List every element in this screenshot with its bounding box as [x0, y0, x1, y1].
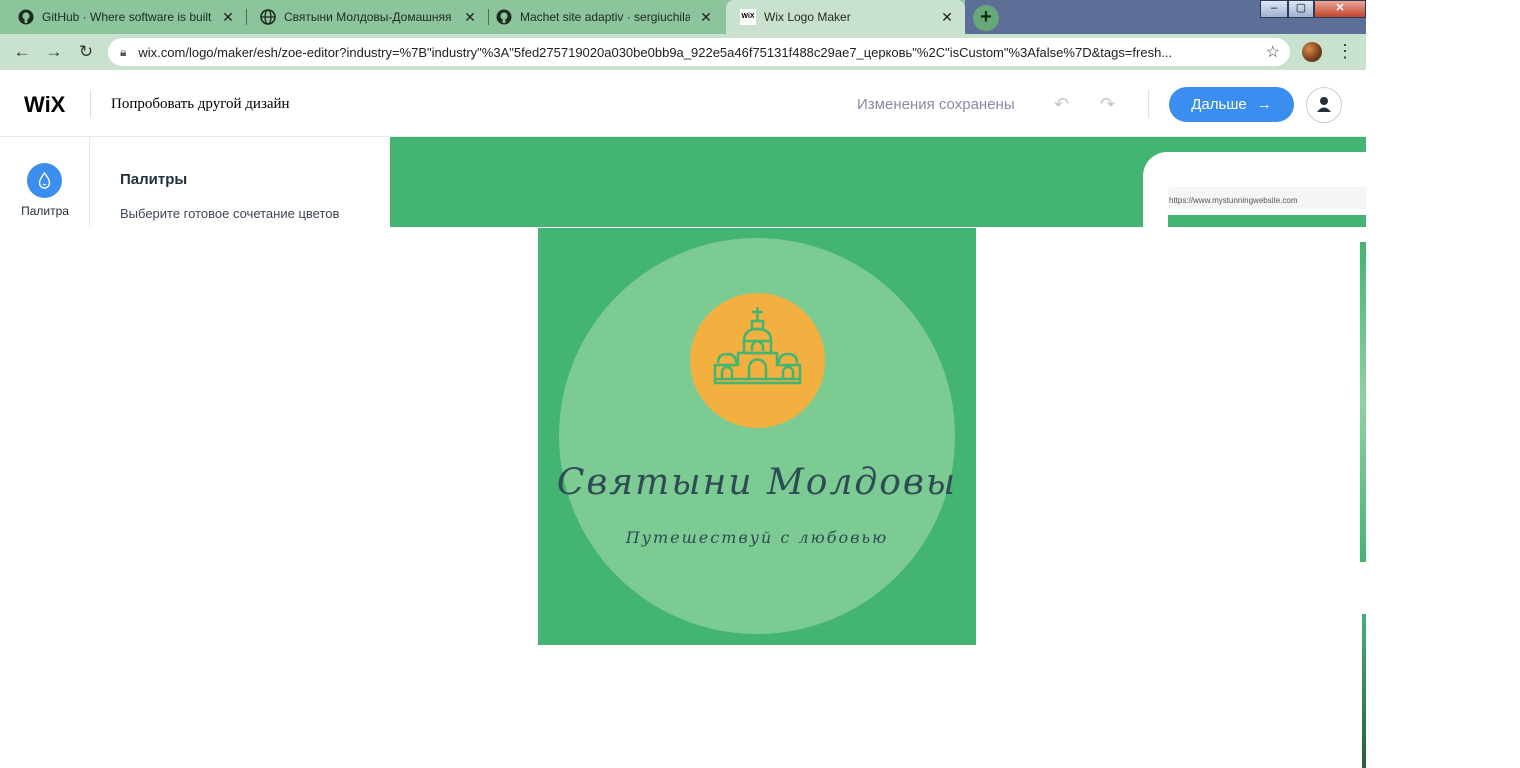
logo-tagline[interactable]: Путешествуй с любовью	[538, 528, 976, 547]
tab-title: GitHub · Where software is built	[42, 10, 212, 24]
tab-sviatyni[interactable]: Святыни Молдовы-Домашняя с ✕	[246, 0, 488, 34]
bookmark-star-icon[interactable]: ☆	[1266, 42, 1280, 62]
lock-icon: 🔒︎	[120, 44, 127, 59]
tab-title: Wix Logo Maker	[764, 10, 851, 24]
undo-icon[interactable]: ↶	[1054, 94, 1069, 115]
mockup-content	[1362, 614, 1366, 768]
maximize-button[interactable]: ▢	[1288, 0, 1314, 18]
browser-menu-icon[interactable]: ⋮	[1336, 41, 1354, 61]
logo-emblem[interactable]	[690, 293, 825, 428]
left-rail: Палитра	[0, 137, 90, 227]
minimize-button[interactable]: –	[1260, 0, 1288, 18]
divider	[1148, 90, 1149, 118]
new-tab-button[interactable]: +	[973, 5, 999, 31]
wix-header: WiX Попробовать другой дизайн Изменения …	[0, 70, 1366, 137]
tab-title: Святыни Молдовы-Домашняя с	[284, 10, 454, 24]
tab-wix-logo-maker[interactable]: WiX Wix Logo Maker ✕	[726, 0, 965, 34]
back-arrow-icon[interactable]: ←	[11, 41, 33, 63]
browser-window: GitHub · Where software is built ✕ Святы…	[0, 0, 1366, 768]
profile-avatar[interactable]	[1302, 42, 1322, 62]
globe-icon	[260, 9, 276, 25]
tab-github[interactable]: GitHub · Where software is built ✕	[4, 0, 246, 34]
drop-icon	[38, 171, 51, 189]
user-icon	[1317, 97, 1331, 112]
tab-title: Machet site adaptiv · sergiuchila	[520, 10, 690, 24]
next-button[interactable]: Дальше →	[1169, 87, 1294, 122]
arrow-right-icon: →	[1256, 96, 1272, 113]
close-tab-icon[interactable]: ✕	[220, 9, 236, 26]
account-button[interactable]	[1306, 87, 1342, 123]
close-window-button[interactable]: ✕	[1314, 0, 1366, 18]
tab-machet[interactable]: Machet site adaptiv · sergiuchila ✕	[482, 0, 724, 34]
wix-favicon: WiX	[740, 9, 756, 25]
close-tab-icon[interactable]: ✕	[698, 9, 714, 26]
window-controls: – ▢ ✕	[1260, 0, 1366, 18]
redo-icon[interactable]: ↷	[1100, 94, 1115, 115]
next-button-label: Дальше	[1191, 96, 1247, 113]
panel-title: Палитры	[120, 171, 188, 188]
mockup-header	[1168, 215, 1366, 227]
browser-toolbar: ← → ↻ 🔒︎ wix.com/logo/maker/esh/zoe-edit…	[0, 34, 1366, 70]
close-tab-icon[interactable]: ✕	[939, 9, 955, 26]
logo-name[interactable]: Святыни Молдовы	[538, 462, 976, 503]
url-text[interactable]: wix.com/logo/maker/esh/zoe-editor?indust…	[138, 45, 1248, 60]
panel-description: Выберите готовое сочетание цветов	[120, 206, 340, 221]
github-icon	[18, 9, 34, 25]
palette-label: Палитра	[21, 204, 69, 218]
forward-arrow-icon[interactable]: →	[43, 41, 65, 63]
church-icon	[713, 307, 802, 385]
divider	[90, 90, 91, 118]
reload-icon[interactable]: ↻	[75, 41, 97, 63]
address-bar[interactable]: 🔒︎ wix.com/logo/maker/esh/zoe-editor?ind…	[108, 38, 1290, 66]
wix-logo[interactable]: WiX	[24, 92, 65, 118]
saved-status: Изменения сохранены	[857, 96, 1015, 113]
github-icon	[496, 9, 512, 25]
logo-preview[interactable]: Святыни Молдовы Путешествуй с любовью	[538, 228, 976, 645]
tab-strip: GitHub · Where software is built ✕ Святы…	[0, 0, 1366, 34]
mockup-url: https://www.mystunningwebsite.com	[1169, 196, 1298, 205]
palette-button[interactable]	[27, 163, 62, 198]
close-tab-icon[interactable]: ✕	[462, 9, 478, 26]
try-other-design-link[interactable]: Попробовать другой дизайн	[111, 96, 290, 113]
mockup-content	[1360, 242, 1366, 562]
palettes-panel: Палитры Выберите готовое сочетание цвето…	[90, 137, 390, 227]
website-mockup: https://www.mystunningwebsite.com	[1143, 152, 1366, 768]
